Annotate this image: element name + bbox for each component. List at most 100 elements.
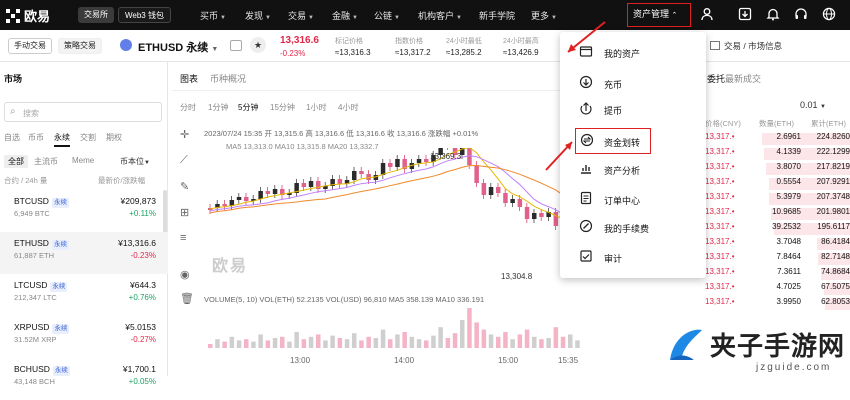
nav-label: 金融 [332, 11, 351, 21]
menu-item-asset-analysis[interactable]: 资产分析 [560, 158, 706, 182]
ask-row[interactable]: 13,317.• 3.7048 86.4184 [705, 237, 850, 251]
bell-icon[interactable] [766, 7, 780, 21]
ask-row[interactable]: 13,317.• 10.9685 201.9801 [705, 207, 850, 221]
candle [510, 199, 515, 203]
ask-row[interactable]: 13,317.• 5.3979 207.3748 [705, 192, 850, 206]
volume-bar [330, 335, 335, 348]
menu-item-transfer[interactable]: 资金划转 [575, 128, 651, 154]
nav-academy[interactable]: 新手学院 [479, 9, 515, 22]
exchange-switch[interactable]: 交易所 [78, 7, 114, 23]
symbol-selector[interactable]: ETHUSD 永续 ▼ [138, 39, 218, 55]
nav-chain[interactable]: 公链 ▼ [374, 9, 400, 22]
ask-row[interactable]: 13,317.• 7.8464 82.7148 [705, 252, 850, 266]
tab-orderbook[interactable]: 委托 [707, 72, 725, 85]
ask-row[interactable]: 13,317.• 4.1339 222.1299 [705, 147, 850, 161]
menu-item-deposit[interactable]: 充币 [560, 72, 706, 96]
market-row[interactable]: BCHUSD 永续 43,148 BCH ¥1,700.1 +0.05% [0, 358, 168, 400]
tab-perpetual[interactable]: 永续 [54, 132, 70, 147]
filter-coin-margined[interactable]: 币本位▼ [120, 156, 150, 167]
tab-favorites[interactable]: 自选 [4, 132, 20, 143]
nav-institutional[interactable]: 机构客户 ▼ [418, 9, 462, 22]
market-row[interactable]: BTCUSD 永续 6,949 BTC ¥209,873 +0.11% [0, 190, 168, 232]
divider [172, 90, 592, 91]
nav-discover[interactable]: 发现 ▼ [245, 9, 271, 22]
shape-tool-icon[interactable]: ⊞ [180, 206, 192, 220]
tab-spot[interactable]: 币币 [28, 132, 44, 143]
nav-finance[interactable]: 金融 ▼ [332, 9, 358, 22]
interval-15m[interactable]: 15分钟 [270, 102, 295, 113]
headset-icon[interactable] [794, 7, 808, 21]
ask-amount: 3.7048 [776, 237, 801, 246]
market-row[interactable]: XRPUSD 永续 31.52M XRP ¥5.0153 -0.27% [0, 316, 168, 358]
candle [352, 171, 357, 180]
precision-select[interactable]: 0.01 ▼ [800, 100, 826, 110]
search-input[interactable]: ⌕ 搜索 [4, 102, 162, 122]
stat-value: ≈13,426.9 [503, 48, 539, 57]
candle [488, 187, 494, 195]
menu-item-my-assets[interactable]: 我的资产 [560, 41, 706, 65]
candle [236, 197, 242, 200]
tab-chart[interactable]: 图表 [180, 72, 198, 85]
trash-icon[interactable]: 🗑 [180, 292, 194, 306]
interval-1h[interactable]: 1小时 [306, 102, 326, 113]
ask-row[interactable]: 13,317.• 7.3611 74.8684 [705, 267, 850, 281]
tab-futures[interactable]: 交割 [80, 132, 96, 143]
x-axis-tick: 15:00 [498, 356, 519, 365]
user-icon[interactable] [700, 7, 714, 21]
market-row[interactable]: ETHUSD 永续 61,887 ETH ¥13,316.6 -0.23% [0, 232, 168, 274]
filter-meme[interactable]: Meme [72, 156, 94, 165]
draw-tool-icon[interactable]: ✎ [180, 180, 192, 194]
tab-manual-trading[interactable]: 手动交易 [8, 38, 52, 54]
market-change: +0.05% [128, 377, 156, 386]
fib-tool-icon[interactable]: ≡ [180, 232, 192, 246]
ask-amount: 2.6961 [776, 132, 801, 141]
tab-latest-trades[interactable]: 最新成交 [725, 72, 761, 85]
ask-row[interactable]: 13,317.• 0.5554 207.9291 [705, 177, 850, 191]
ask-price: 13,317.• [705, 282, 735, 291]
market-price: ¥1,700.1 [122, 364, 156, 374]
volume-bar [546, 338, 551, 348]
nav-trade[interactable]: 交易 ▼ [288, 9, 314, 22]
menu-item-audit[interactable]: 审计 [560, 246, 706, 270]
ask-row[interactable]: 13,317.• 3.9950 62.8053 [705, 297, 850, 311]
filter-mainstream[interactable]: 主流币 [34, 156, 58, 167]
ask-row[interactable]: 13,317.• 39.2532 195.6117 [705, 222, 850, 236]
filter-all[interactable]: 全部 [4, 155, 28, 168]
orders-icon [578, 191, 594, 207]
ask-row[interactable]: 13,317.• 2.6961 224.8260 [705, 132, 850, 146]
crosshair-tool-icon[interactable]: ✛ [180, 128, 192, 142]
market-price: ¥5.0153 [125, 322, 156, 332]
asset-management-button[interactable]: 资产管理 ⌃ [627, 3, 691, 27]
interval-timeshare[interactable]: 分时 [180, 102, 196, 113]
menu-item-order-center[interactable]: 订单中心 [560, 188, 706, 212]
chevron-down-icon: ▼ [551, 15, 557, 21]
ask-total: 195.6117 [817, 222, 850, 231]
market-row[interactable]: LTCUSD 永续 212,347 LTC ¥644.3 +0.76% [0, 274, 168, 316]
globe-icon[interactable] [822, 7, 836, 21]
nav-more[interactable]: 更多 ▼ [531, 9, 557, 22]
tab-strategy-trading[interactable]: 策略交易 [58, 38, 102, 54]
ask-row[interactable]: 13,317.• 3.8070 217.8219 [705, 162, 850, 176]
nav-label: 发现 [245, 11, 264, 21]
candlestick-chart[interactable] [200, 148, 592, 376]
menu-label: 提币 [604, 106, 623, 116]
interval-4h[interactable]: 4小时 [338, 102, 358, 113]
okx-logo[interactable]: 欧易 [6, 6, 50, 25]
interval-5m[interactable]: 5分钟 [238, 102, 258, 113]
trade-market-info-link[interactable]: 交易 / 市场信息 [724, 40, 782, 52]
eye-icon[interactable]: ◉ [180, 268, 192, 282]
menu-item-my-fees[interactable]: 我的手续费 [560, 216, 706, 240]
menu-item-withdraw[interactable]: 提币 [560, 98, 706, 122]
volume-bar [208, 344, 213, 348]
interval-1m[interactable]: 1分钟 [208, 102, 228, 113]
trendline-tool-icon[interactable]: ⟋ [180, 154, 192, 168]
ask-row[interactable]: 13,317.• 4.7025 67.5075 [705, 282, 850, 296]
info-icon[interactable] [230, 40, 242, 51]
star-favorite-icon[interactable]: ★ [250, 37, 266, 53]
web3-wallet-switch[interactable]: Web3 钱包 [118, 7, 171, 23]
tab-coin-overview[interactable]: 币种概况 [210, 72, 246, 85]
market-price: ¥644.3 [130, 280, 156, 290]
tab-options[interactable]: 期权 [106, 132, 122, 143]
download-icon[interactable] [738, 7, 752, 21]
nav-buy-crypto[interactable]: 买币 ▼ [200, 9, 226, 22]
